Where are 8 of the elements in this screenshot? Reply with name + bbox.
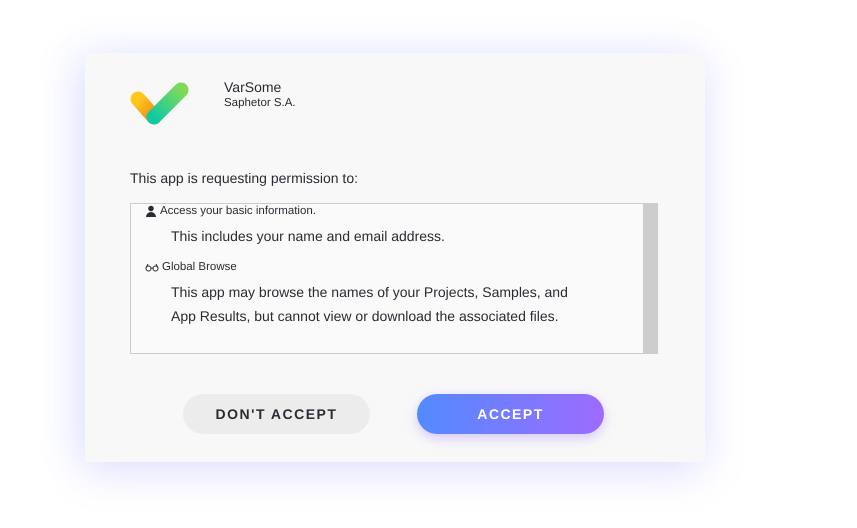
app-name: VarSome (224, 79, 282, 96)
permission-title: Access your basic information. (160, 204, 316, 218)
publisher-name: Saphetor S.A. (224, 96, 296, 110)
permission-description: This app may browse the names of your Projects, Samples, and App Results, but cannot view or download the associated files. (170, 283, 569, 326)
decline-button[interactable]: DON'T ACCEPT (183, 394, 370, 434)
permission-description: This includes your name and email address. (170, 227, 446, 246)
request-text: This app is requesting permission to: (130, 169, 359, 188)
permission-title: Global Browse (162, 260, 237, 274)
